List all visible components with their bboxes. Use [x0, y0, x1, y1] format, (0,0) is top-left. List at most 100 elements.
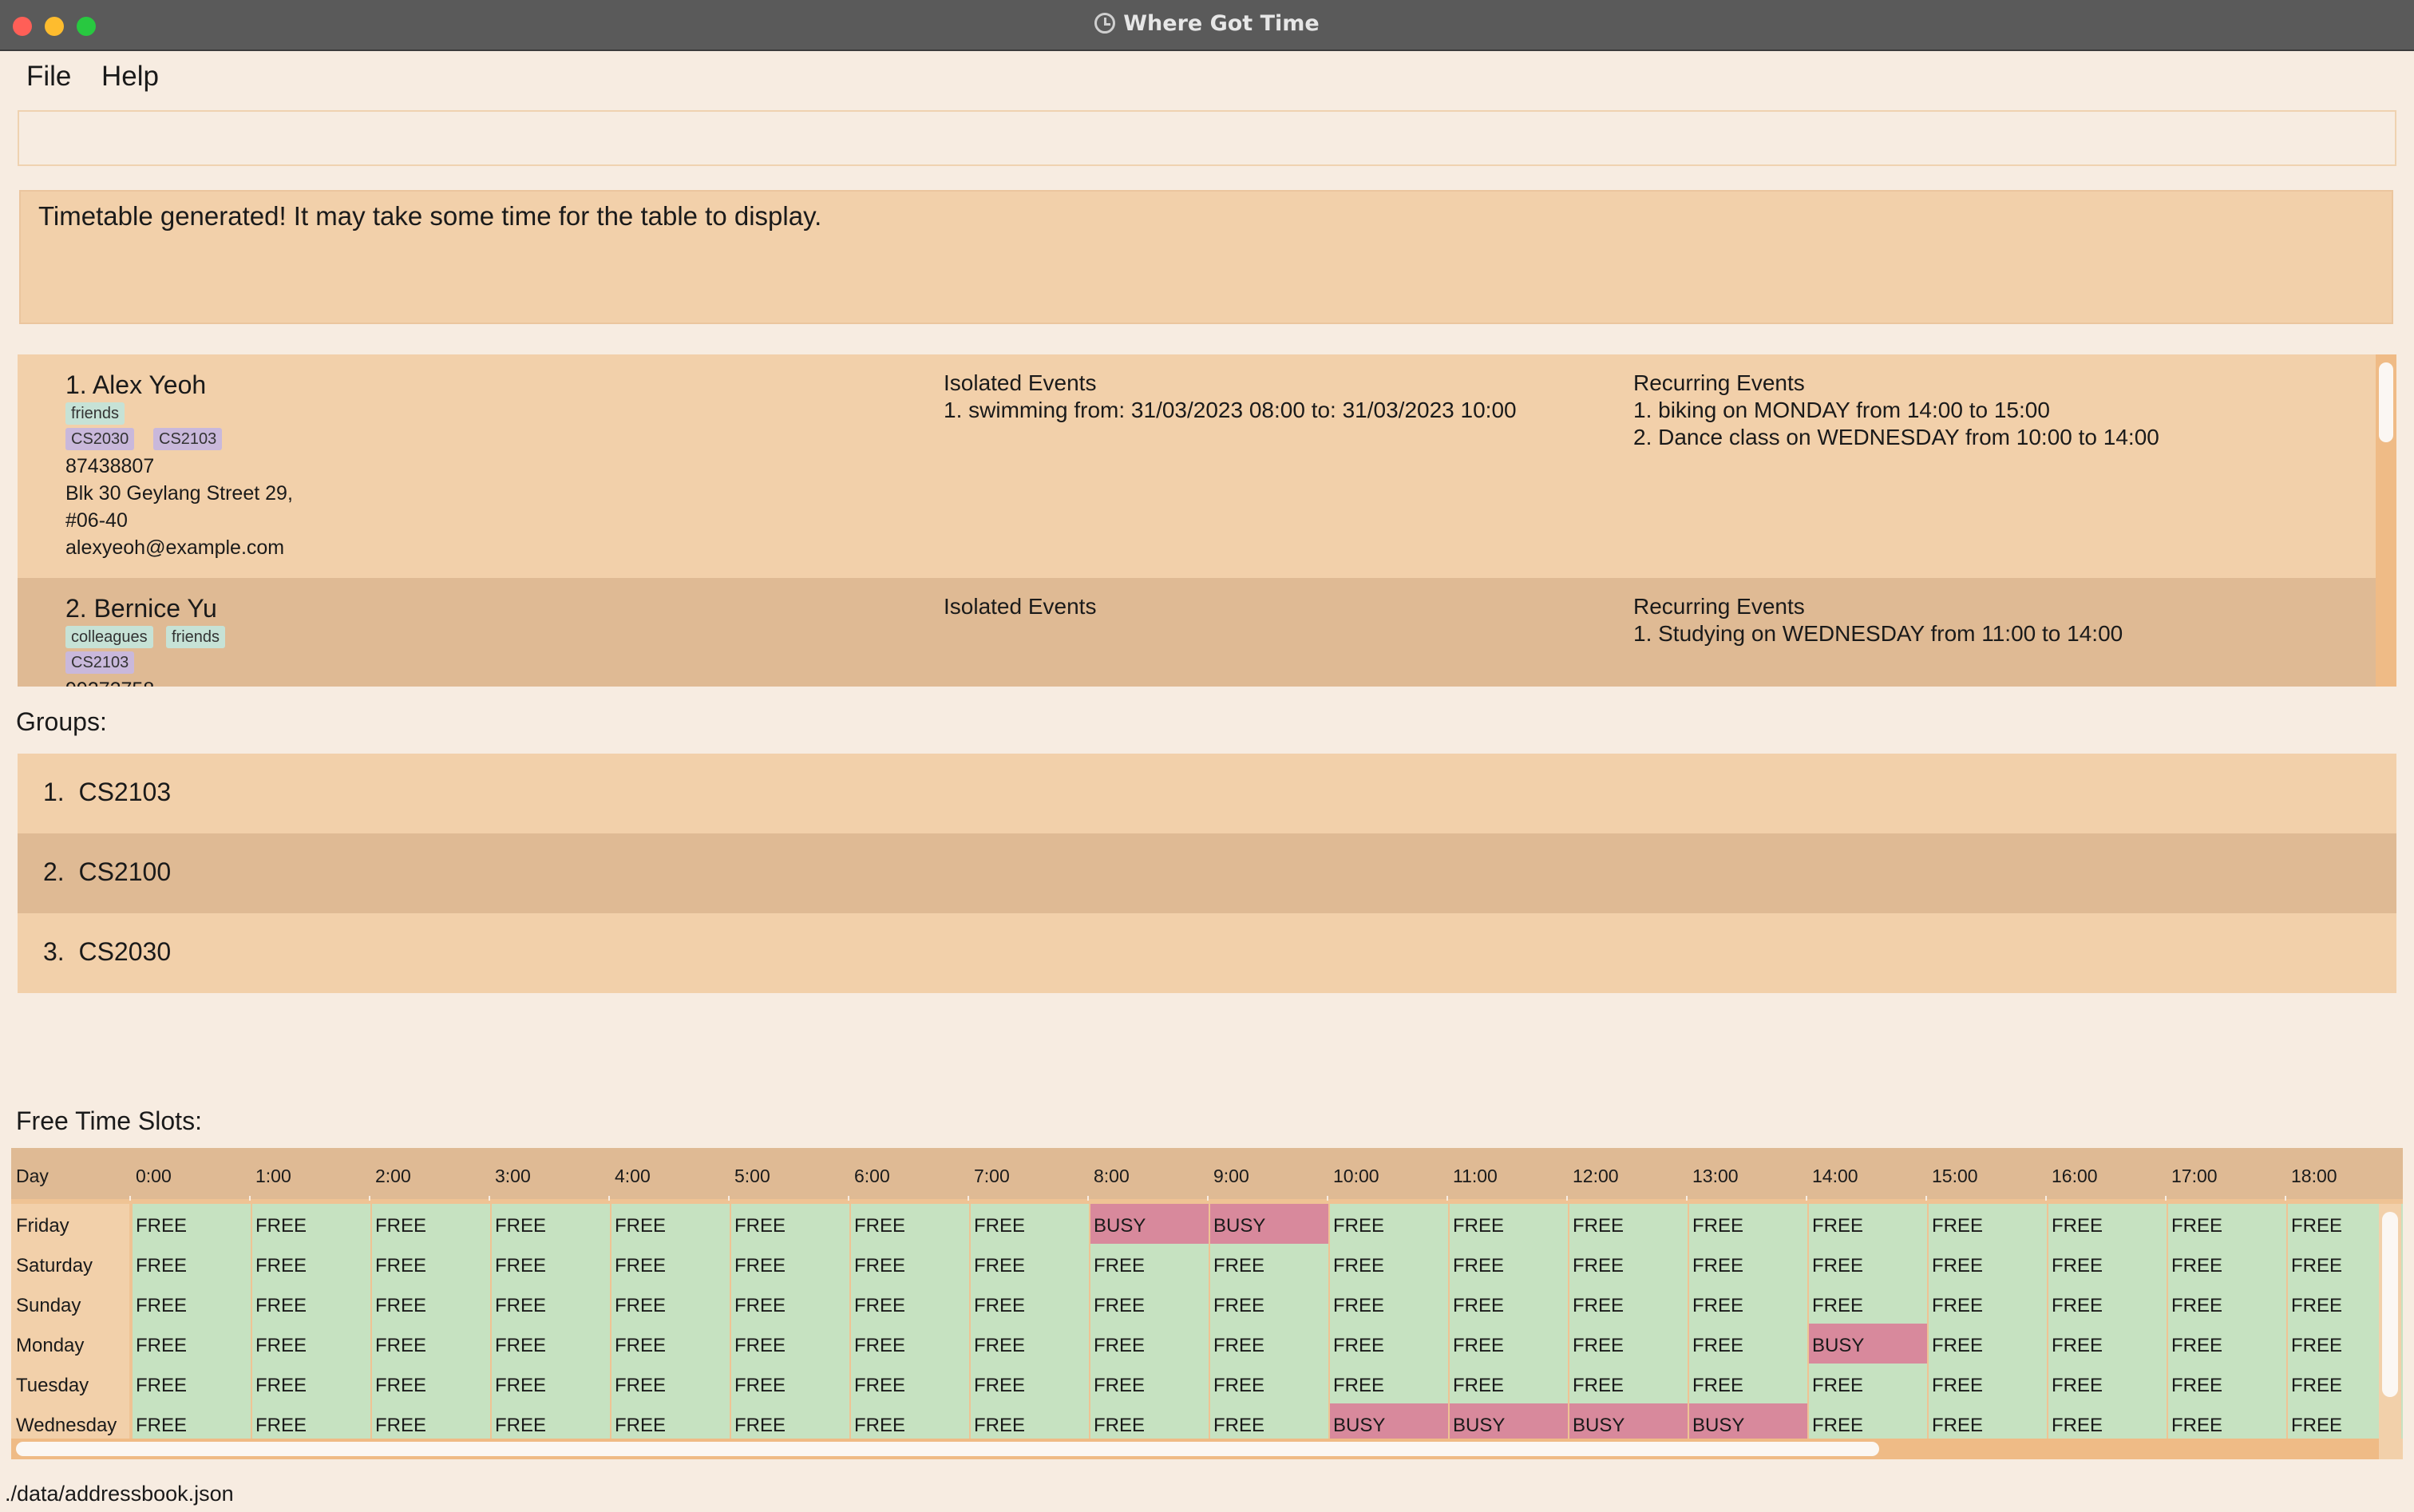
free-slot-cell[interactable]: FREE: [252, 1284, 370, 1324]
free-slot-cell[interactable]: FREE: [2048, 1403, 2167, 1443]
free-slot-cell[interactable]: FREE: [851, 1204, 969, 1244]
free-slot-cell[interactable]: FREE: [252, 1244, 370, 1284]
busy-slot-cell[interactable]: BUSY: [1210, 1204, 1328, 1244]
free-slot-cell[interactable]: FREE: [1809, 1204, 1927, 1244]
free-slot-cell[interactable]: FREE: [731, 1364, 849, 1403]
free-slot-cell[interactable]: FREE: [252, 1204, 370, 1244]
table-row[interactable]: Friday FREE FREE FREE FREE FREE FREE FREE FREE BU…: [11, 1204, 2403, 1244]
free-slot-cell[interactable]: FREE: [2048, 1284, 2167, 1324]
free-slot-cell[interactable]: FREE: [1330, 1284, 1448, 1324]
free-slot-cell[interactable]: FREE: [611, 1284, 730, 1324]
free-slot-cell[interactable]: FREE: [133, 1204, 251, 1244]
free-slot-cell[interactable]: FREE: [731, 1284, 849, 1324]
free-slot-cell[interactable]: FREE: [1090, 1403, 1209, 1443]
free-slot-cell[interactable]: FREE: [731, 1204, 849, 1244]
free-slot-cell[interactable]: FREE: [851, 1244, 969, 1284]
free-slot-cell[interactable]: FREE: [2168, 1403, 2286, 1443]
free-slot-cell[interactable]: FREE: [1929, 1324, 2047, 1364]
free-slot-cell[interactable]: FREE: [1090, 1244, 1209, 1284]
free-slot-cell[interactable]: FREE: [1929, 1284, 2047, 1324]
free-slot-cell[interactable]: FREE: [731, 1244, 849, 1284]
free-slot-cell[interactable]: FREE: [1809, 1284, 1927, 1324]
free-slot-cell[interactable]: FREE: [1929, 1244, 2047, 1284]
free-slot-cell[interactable]: FREE: [133, 1403, 251, 1443]
free-slot-cell[interactable]: FREE: [492, 1244, 610, 1284]
free-slot-cell[interactable]: FREE: [611, 1244, 730, 1284]
free-slot-cell[interactable]: FREE: [1929, 1364, 2047, 1403]
free-slot-cell[interactable]: FREE: [1929, 1403, 2047, 1443]
free-slot-cell[interactable]: FREE: [971, 1244, 1089, 1284]
busy-slot-cell[interactable]: BUSY: [1689, 1403, 1807, 1443]
free-slot-cell[interactable]: FREE: [851, 1324, 969, 1364]
free-slot-cell[interactable]: FREE: [731, 1324, 849, 1364]
person-list[interactable]: 1. Alex Yeoh friends CS2030 CS2103 87438…: [18, 354, 2396, 687]
table-row[interactable]: Tuesday FREE FREE FREE FREE FREE FREE FREE FREE F…: [11, 1364, 2403, 1403]
free-slot-cell[interactable]: FREE: [851, 1364, 969, 1403]
free-slot-cell[interactable]: FREE: [1090, 1324, 1209, 1364]
busy-slot-cell[interactable]: BUSY: [1450, 1403, 1568, 1443]
group-item[interactable]: 2. CS2100: [18, 833, 2396, 913]
free-slot-cell[interactable]: FREE: [1689, 1284, 1807, 1324]
free-slot-cell[interactable]: FREE: [1210, 1324, 1328, 1364]
free-slot-cell[interactable]: FREE: [492, 1324, 610, 1364]
command-input[interactable]: [18, 110, 2396, 166]
free-slot-cell[interactable]: FREE: [1929, 1204, 2047, 1244]
table-horizontal-scroll-thumb[interactable]: [16, 1442, 1879, 1456]
free-slot-cell[interactable]: FREE: [372, 1204, 490, 1244]
free-slot-cell[interactable]: FREE: [1450, 1364, 1568, 1403]
free-slot-cell[interactable]: FREE: [1569, 1324, 1688, 1364]
free-slot-cell[interactable]: FREE: [851, 1403, 969, 1443]
free-slot-cell[interactable]: FREE: [2048, 1324, 2167, 1364]
free-time-slots-table[interactable]: Day 0:00 1:00 2:00 3:00 4:00 5:00 6:00 7:00 8:00…: [11, 1148, 2403, 1459]
menu-file[interactable]: File: [26, 61, 71, 93]
free-slot-cell[interactable]: FREE: [851, 1284, 969, 1324]
free-slot-cell[interactable]: FREE: [252, 1324, 370, 1364]
free-slot-cell[interactable]: FREE: [731, 1403, 849, 1443]
free-slot-cell[interactable]: FREE: [611, 1324, 730, 1364]
free-slot-cell[interactable]: FREE: [971, 1204, 1089, 1244]
free-slot-cell[interactable]: FREE: [611, 1204, 730, 1244]
free-slot-cell[interactable]: FREE: [1569, 1244, 1688, 1284]
free-slot-cell[interactable]: FREE: [133, 1244, 251, 1284]
free-slot-cell[interactable]: FREE: [971, 1403, 1089, 1443]
free-slot-cell[interactable]: FREE: [1210, 1403, 1328, 1443]
free-slot-cell[interactable]: FREE: [1210, 1244, 1328, 1284]
free-slot-cell[interactable]: FREE: [1809, 1244, 1927, 1284]
free-slot-cell[interactable]: FREE: [1689, 1364, 1807, 1403]
free-slot-cell[interactable]: FREE: [372, 1364, 490, 1403]
free-slot-cell[interactable]: FREE: [1689, 1204, 1807, 1244]
free-slot-cell[interactable]: FREE: [611, 1364, 730, 1403]
free-slot-cell[interactable]: FREE: [1809, 1403, 1927, 1443]
free-slot-cell[interactable]: FREE: [611, 1403, 730, 1443]
free-slot-cell[interactable]: FREE: [2168, 1364, 2286, 1403]
free-slot-cell[interactable]: FREE: [2048, 1204, 2167, 1244]
table-row[interactable]: Wednesday FREE FREE FREE FREE FREE FREE FREE FRE…: [11, 1403, 2403, 1443]
free-slot-cell[interactable]: FREE: [2168, 1244, 2286, 1284]
free-slot-cell[interactable]: FREE: [1330, 1244, 1448, 1284]
busy-slot-cell[interactable]: BUSY: [1809, 1324, 1927, 1364]
free-slot-cell[interactable]: FREE: [1569, 1364, 1688, 1403]
busy-slot-cell[interactable]: BUSY: [1330, 1403, 1448, 1443]
free-slot-cell[interactable]: FREE: [133, 1284, 251, 1324]
busy-slot-cell[interactable]: BUSY: [1090, 1204, 1209, 1244]
free-slot-cell[interactable]: FREE: [1450, 1284, 1568, 1324]
menu-help[interactable]: Help: [101, 61, 159, 93]
table-row[interactable]: Monday FREE FREE FREE FREE FREE FREE FREE FREE FR…: [11, 1324, 2403, 1364]
free-slot-cell[interactable]: FREE: [133, 1324, 251, 1364]
group-item[interactable]: 1. CS2103: [18, 754, 2396, 833]
free-slot-cell[interactable]: FREE: [492, 1204, 610, 1244]
free-slot-cell[interactable]: FREE: [1450, 1204, 1568, 1244]
person-list-scroll-thumb[interactable]: [2379, 362, 2393, 442]
free-slot-cell[interactable]: FREE: [1330, 1364, 1448, 1403]
free-slot-cell[interactable]: FREE: [1090, 1284, 1209, 1324]
free-slot-cell[interactable]: FREE: [971, 1324, 1089, 1364]
free-slot-cell[interactable]: FREE: [1569, 1204, 1688, 1244]
free-slot-cell[interactable]: FREE: [971, 1284, 1089, 1324]
busy-slot-cell[interactable]: BUSY: [1569, 1403, 1688, 1443]
free-slot-cell[interactable]: FREE: [1210, 1364, 1328, 1403]
free-slot-cell[interactable]: FREE: [492, 1284, 610, 1324]
free-slot-cell[interactable]: FREE: [372, 1284, 490, 1324]
free-slot-cell[interactable]: FREE: [2168, 1204, 2286, 1244]
free-slot-cell[interactable]: FREE: [133, 1364, 251, 1403]
free-slot-cell[interactable]: FREE: [2048, 1364, 2167, 1403]
